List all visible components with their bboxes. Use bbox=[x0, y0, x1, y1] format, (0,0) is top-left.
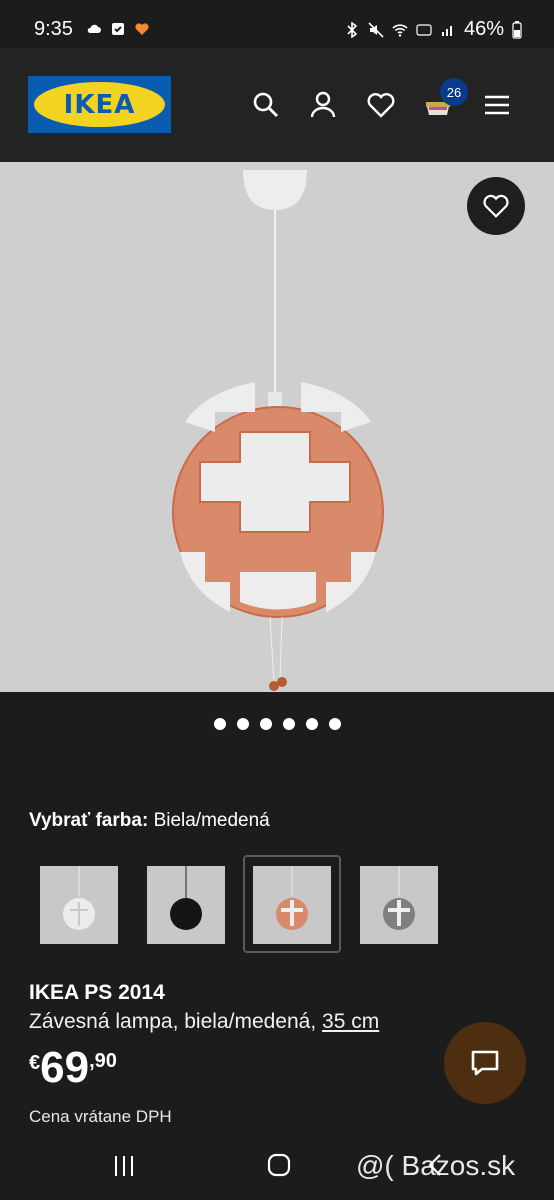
header-bar: IKEA 26 bbox=[0, 48, 554, 162]
signal-icon bbox=[441, 25, 452, 36]
bazos-watermark: @( Bazos.sk bbox=[356, 1150, 516, 1181]
checkbox-icon bbox=[112, 23, 124, 35]
price-currency: € bbox=[29, 1052, 41, 1074]
swatch-grey-image bbox=[360, 866, 438, 944]
status-notification-icons bbox=[86, 21, 150, 37]
product-price: € 69 ,90 bbox=[29, 1046, 117, 1090]
color-value: Biela/medená bbox=[153, 810, 270, 831]
price-decimal: ,90 bbox=[89, 1050, 117, 1072]
cloud-icon bbox=[87, 24, 101, 33]
logo-text: IKEA bbox=[63, 89, 136, 120]
search-icon[interactable] bbox=[251, 90, 281, 120]
color-swatch-black[interactable] bbox=[147, 866, 225, 944]
status-time: 9:35 bbox=[34, 18, 73, 40]
swatch-black-image bbox=[147, 866, 225, 944]
swatch-white-image bbox=[40, 866, 118, 944]
account-icon[interactable] bbox=[308, 90, 338, 120]
recent-apps-icon[interactable] bbox=[112, 1154, 136, 1178]
color-swatch-white-copper[interactable] bbox=[253, 866, 331, 944]
wishlist-icon[interactable] bbox=[366, 90, 396, 120]
color-label-prefix: Vybrať farba: bbox=[29, 810, 149, 831]
chat-button[interactable] bbox=[444, 1022, 526, 1104]
mute-icon bbox=[368, 21, 384, 38]
product-name: IKEA PS 2014 bbox=[29, 981, 165, 1004]
product-size-link[interactable]: 35 cm bbox=[322, 1010, 379, 1033]
color-swatch-white[interactable] bbox=[40, 866, 118, 944]
cart-count-badge: 26 bbox=[440, 78, 468, 106]
volte-icon bbox=[416, 23, 432, 36]
product-description: Závesná lampa, biela/medená, 35 cm bbox=[29, 1010, 379, 1034]
ikea-logo[interactable]: IKEA bbox=[28, 76, 171, 133]
wifi-icon bbox=[392, 23, 408, 37]
swatch-copper-image bbox=[253, 866, 331, 944]
product-desc-text: Závesná lampa, biela/medená, bbox=[29, 1010, 317, 1033]
product-image[interactable] bbox=[0, 162, 554, 692]
price-integer: 69 bbox=[40, 1043, 90, 1092]
carousel-dots bbox=[0, 718, 554, 730]
pendant-lamp-image bbox=[0, 162, 554, 692]
status-system-icons: 46% bbox=[344, 18, 522, 41]
status-bar: 9:35 46% bbox=[0, 0, 554, 48]
chat-icon bbox=[471, 1050, 499, 1076]
menu-icon[interactable] bbox=[482, 90, 512, 120]
favorite-button[interactable] bbox=[467, 177, 525, 235]
carousel-dot[interactable] bbox=[236, 718, 249, 730]
color-swatch-white-grey[interactable] bbox=[360, 866, 438, 944]
carousel-dot[interactable] bbox=[213, 718, 226, 730]
carousel-dot[interactable] bbox=[328, 718, 341, 730]
heart-icon bbox=[483, 194, 509, 218]
carousel-dot[interactable] bbox=[305, 718, 318, 730]
home-icon[interactable] bbox=[266, 1152, 292, 1178]
carousel-dot[interactable] bbox=[259, 718, 272, 730]
bluetooth-icon bbox=[347, 21, 358, 38]
heart-app-icon bbox=[135, 23, 149, 35]
battery-icon bbox=[512, 20, 522, 39]
battery-percent: 46% bbox=[463, 18, 504, 40]
vat-note: Cena vrátane DPH bbox=[29, 1107, 172, 1126]
carousel-dot[interactable] bbox=[282, 718, 295, 730]
color-selector-label: Vybrať farba: Biela/medená bbox=[29, 810, 270, 832]
